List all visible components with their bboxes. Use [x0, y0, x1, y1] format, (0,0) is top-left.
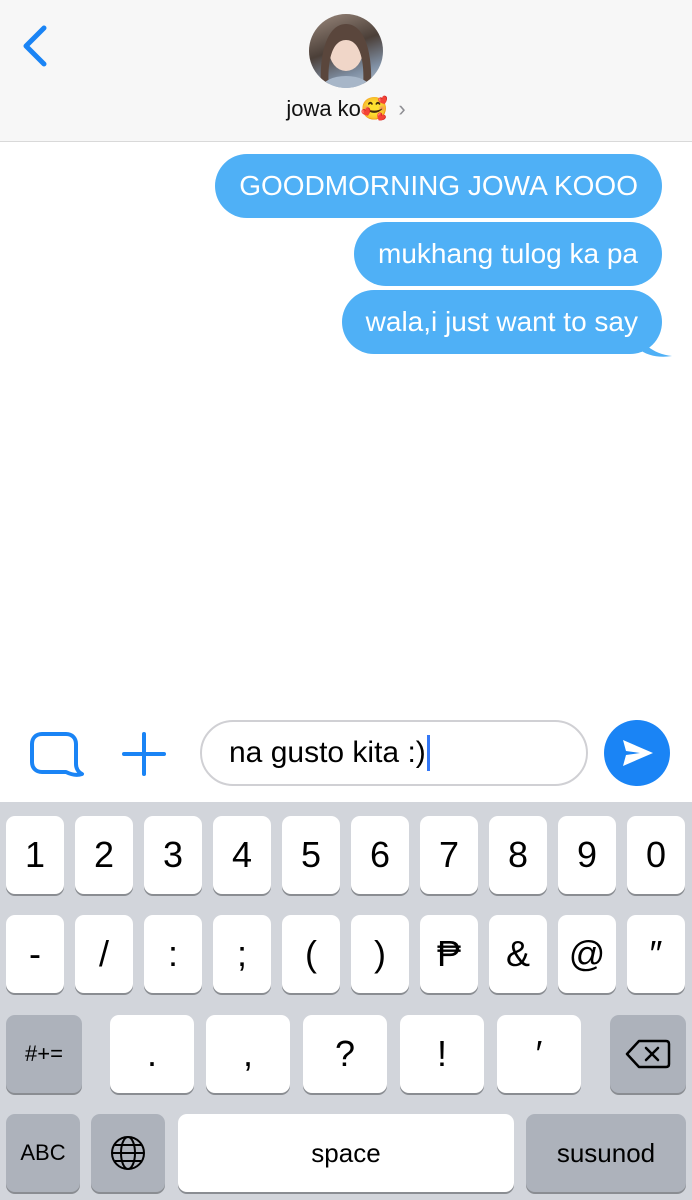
delete-backspace-icon: [625, 1039, 671, 1069]
key-4[interactable]: 4: [213, 816, 271, 894]
key-5[interactable]: 5: [282, 816, 340, 894]
contact-name-row[interactable]: jowa ko🥰 ›: [0, 94, 692, 124]
key-return[interactable]: susunod: [526, 1114, 686, 1192]
chevron-right-icon: ›: [398, 96, 406, 121]
key-apostrophe[interactable]: ′: [497, 1015, 581, 1093]
key-open-paren[interactable]: (: [282, 915, 340, 993]
sent-message-bubble[interactable]: mukhang tulog ka pa: [354, 222, 662, 286]
app-store-button[interactable]: [26, 728, 86, 788]
key-peso[interactable]: ₱: [420, 915, 478, 993]
compose-bar: na gusto kita :): [0, 712, 692, 802]
key-abc[interactable]: ABC: [6, 1114, 80, 1192]
key-symbols-toggle[interactable]: #+=: [6, 1015, 82, 1093]
key-2[interactable]: 2: [75, 816, 133, 894]
key-period[interactable]: .: [110, 1015, 194, 1093]
app-store-icon: [30, 732, 84, 777]
keyboard: 1 2 3 4 5 6 7 8 9 0 - / : ; ( ) ₱ & @ ″ …: [0, 802, 692, 1200]
contact-avatar[interactable]: [309, 14, 383, 88]
sent-message-bubble[interactable]: wala,i just want to say: [341, 290, 662, 354]
conversation-header: jowa ko🥰 ›: [0, 0, 692, 142]
key-space[interactable]: space: [178, 1114, 514, 1192]
sent-message-bubble[interactable]: GOODMORNING JOWA KOOO: [215, 154, 662, 218]
message-input-text: na gusto kita :): [229, 736, 426, 769]
key-slash[interactable]: /: [75, 915, 133, 993]
globe-icon: [111, 1136, 145, 1170]
key-hyphen[interactable]: -: [6, 915, 64, 993]
key-semicolon[interactable]: ;: [213, 915, 271, 993]
key-colon[interactable]: :: [144, 915, 202, 993]
key-double-quote[interactable]: ″: [627, 915, 685, 993]
key-1[interactable]: 1: [6, 816, 64, 894]
bubble-tail-icon: [638, 330, 672, 357]
back-button[interactable]: [14, 20, 58, 70]
attachments-button[interactable]: [118, 728, 170, 780]
key-ampersand[interactable]: &: [489, 915, 547, 993]
contact-name: jowa ko🥰: [286, 96, 389, 121]
key-close-paren[interactable]: ): [351, 915, 409, 993]
key-0[interactable]: 0: [627, 816, 685, 894]
key-comma[interactable]: ,: [206, 1015, 290, 1093]
key-question[interactable]: ?: [303, 1015, 387, 1093]
key-delete[interactable]: [610, 1015, 686, 1093]
key-7[interactable]: 7: [420, 816, 478, 894]
key-9[interactable]: 9: [558, 816, 616, 894]
key-8[interactable]: 8: [489, 816, 547, 894]
send-button[interactable]: [604, 720, 670, 786]
key-3[interactable]: 3: [144, 816, 202, 894]
send-arrow-icon: [623, 740, 653, 766]
plus-icon: [122, 732, 166, 776]
chevron-left-icon: [23, 25, 47, 67]
message-list: GOODMORNING JOWA KOOO mukhang tulog ka p…: [0, 142, 692, 712]
key-exclamation[interactable]: !: [400, 1015, 484, 1093]
key-at[interactable]: @: [558, 915, 616, 993]
message-input[interactable]: na gusto kita :): [200, 720, 588, 786]
key-6[interactable]: 6: [351, 816, 409, 894]
key-globe[interactable]: [91, 1114, 165, 1192]
text-caret: [426, 735, 430, 771]
